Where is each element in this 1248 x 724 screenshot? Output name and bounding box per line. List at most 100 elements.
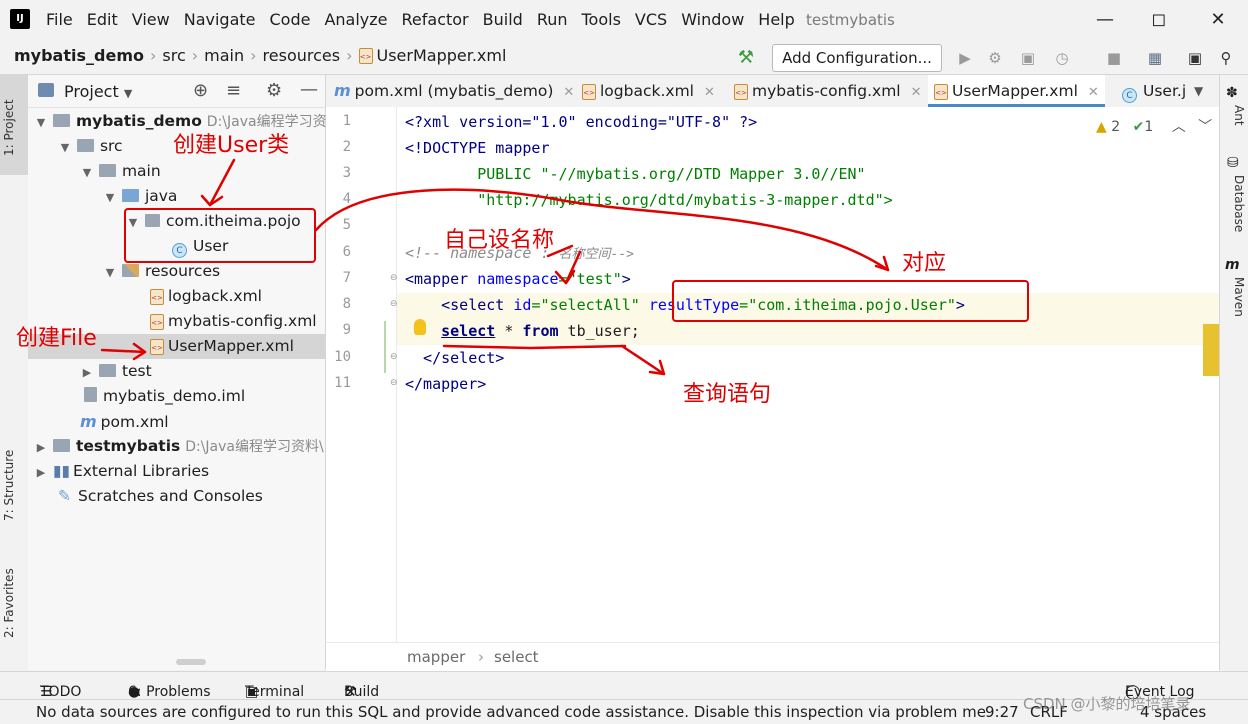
locate-icon[interactable]: ⊕ bbox=[193, 80, 208, 101]
breadcrumb-src[interactable]: src bbox=[162, 46, 185, 65]
tab-pom-xml[interactable]: m pom.xml (mybatis_demo) ✕ bbox=[334, 75, 574, 107]
scrollbar-marker[interactable] bbox=[1203, 324, 1219, 376]
tab-usermapper-xml[interactable]: <> UserMapper.xml ✕ bbox=[928, 75, 1105, 107]
menu-tools[interactable]: Tools bbox=[582, 10, 621, 29]
fold-icon[interactable]: ⊖ bbox=[390, 378, 398, 388]
breadcrumb-mapper[interactable]: mapper bbox=[407, 648, 465, 666]
chevron-down-icon[interactable]: ▼ bbox=[103, 260, 117, 285]
chevron-down-icon[interactable]: ▼ bbox=[58, 135, 72, 160]
menu-analyze[interactable]: Analyze bbox=[324, 10, 387, 29]
maximize-button[interactable]: ◻ bbox=[1144, 6, 1174, 34]
tree-item-logback[interactable]: <> logback.xml bbox=[150, 284, 262, 309]
tree-item-pojo-package[interactable]: ▼ com.itheima.pojo bbox=[126, 209, 301, 234]
project-structure-icon[interactable]: ▦ bbox=[1145, 48, 1165, 68]
tree-item-external-libraries[interactable]: ▶ ▮▮ External Libraries bbox=[34, 459, 209, 484]
chevron-right-icon[interactable]: ▶ bbox=[34, 460, 48, 485]
tab-favorites[interactable]: 2: Favorites bbox=[2, 563, 26, 643]
code-text: PUBLIC "-//mybatis.org//DTD Mapper 3.0//… bbox=[405, 165, 866, 183]
close-icon[interactable]: ✕ bbox=[563, 85, 574, 100]
chevron-down-icon[interactable]: ▼ bbox=[103, 185, 117, 210]
tree-item-label: com.itheima.pojo bbox=[165, 212, 301, 230]
tab-structure[interactable]: 7: Structure bbox=[2, 440, 26, 530]
tree-item-mybatis-config[interactable]: <> mybatis-config.xml bbox=[150, 309, 317, 334]
presentation-icon[interactable]: ▣ bbox=[1185, 48, 1205, 68]
run-icon[interactable]: ▶ bbox=[955, 48, 975, 68]
menu-vcs[interactable]: VCS bbox=[635, 10, 667, 29]
line-number: 9 bbox=[342, 322, 351, 338]
tab-label: UserMapper.xml bbox=[952, 82, 1078, 100]
menu-refactor[interactable]: Refactor bbox=[402, 10, 469, 29]
coverage-icon[interactable]: ▣ bbox=[1018, 48, 1038, 68]
menu-edit[interactable]: Edit bbox=[87, 10, 118, 29]
code-text: > bbox=[955, 296, 965, 314]
fold-icon[interactable]: ⊖ bbox=[390, 273, 398, 283]
chevron-down-icon[interactable]: ▼ bbox=[34, 110, 48, 135]
breadcrumb-file[interactable]: UserMapper.xml bbox=[377, 46, 507, 65]
tab-overflow-chevron-icon[interactable]: ▼ bbox=[1194, 75, 1203, 107]
collapse-all-icon[interactable]: ≡ bbox=[226, 80, 241, 101]
tree-item-mybatis-demo[interactable]: ▼ mybatis_demo D:\Java编程学习资 bbox=[34, 109, 327, 134]
window-title: testmybatis bbox=[806, 11, 895, 29]
breadcrumb-resources[interactable]: resources bbox=[263, 46, 341, 65]
tab-logback-xml[interactable]: <> logback.xml ✕ bbox=[582, 75, 715, 107]
tree-item-scratches[interactable]: ✎ Scratches and Consoles bbox=[58, 484, 263, 509]
close-button[interactable]: ✕ bbox=[1203, 6, 1233, 34]
close-icon[interactable]: ✕ bbox=[1088, 85, 1099, 100]
tree-item-pom[interactable]: m pom.xml bbox=[80, 409, 169, 434]
tree-item-src[interactable]: ▼ src bbox=[58, 134, 123, 159]
menu-help[interactable]: Help bbox=[758, 10, 794, 29]
navigation-bar: mybatis_demo › src › main › resources › <> Us… bbox=[0, 40, 1248, 75]
menu-code[interactable]: Code bbox=[270, 10, 311, 29]
chevron-down-icon[interactable]: ﹀ bbox=[1198, 119, 1212, 135]
breadcrumb-select[interactable]: select bbox=[494, 648, 539, 666]
add-configuration-button[interactable]: Add Configuration... bbox=[772, 44, 942, 72]
tree-item-main[interactable]: ▼ main bbox=[80, 159, 161, 184]
tab-ant[interactable]: Ant bbox=[1224, 105, 1246, 145]
close-icon[interactable]: ✕ bbox=[911, 85, 922, 100]
code-editor[interactable]: 1 2 3 4 5 6 7 8 9 10 11 ⊖ ⊖ ⊖ ⊖ <?xml ve… bbox=[326, 107, 1219, 642]
menu-run[interactable]: Run bbox=[537, 10, 568, 29]
tree-item-testmybatis[interactable]: ▶ testmybatis D:\Java编程学习资料\ bbox=[34, 434, 324, 459]
chevron-down-icon[interactable]: ▼ bbox=[80, 160, 94, 185]
tab-user-java[interactable]: C User.j bbox=[1122, 75, 1186, 107]
gear-icon[interactable]: ⚙ bbox=[266, 80, 282, 101]
menu-view[interactable]: View bbox=[132, 10, 170, 29]
breadcrumb-project[interactable]: mybatis_demo bbox=[14, 46, 144, 65]
search-icon[interactable]: ⚲ bbox=[1216, 48, 1236, 68]
tab-maven[interactable]: Maven bbox=[1224, 277, 1246, 332]
tree-item-label: mybatis_demo bbox=[75, 112, 202, 130]
minimize-button[interactable]: — bbox=[1090, 6, 1120, 34]
menu-window[interactable]: Window bbox=[681, 10, 744, 29]
chevron-up-icon[interactable]: ︿ bbox=[1172, 119, 1186, 135]
debug-icon[interactable]: ⚙ bbox=[985, 48, 1005, 68]
inspection-widget[interactable]: ▲ 2 ✔1 ︿ ﹀ bbox=[1096, 116, 1212, 136]
chevron-right-icon[interactable]: ▶ bbox=[34, 435, 48, 460]
menu-build[interactable]: Build bbox=[483, 10, 523, 29]
menu-navigate[interactable]: Navigate bbox=[184, 10, 256, 29]
chevron-down-icon[interactable]: ▼ bbox=[126, 210, 140, 235]
fold-icon[interactable]: ⊖ bbox=[390, 299, 398, 309]
close-icon[interactable]: ✕ bbox=[704, 85, 715, 100]
tab-project[interactable]: 1: Project bbox=[2, 83, 26, 173]
horizontal-scrollbar[interactable] bbox=[176, 659, 206, 665]
menu-file[interactable]: File bbox=[46, 10, 73, 29]
tree-item-usermapper[interactable]: <> UserMapper.xml bbox=[28, 334, 325, 359]
fold-icon[interactable]: ⊖ bbox=[390, 352, 398, 362]
status-message[interactable]: No data sources are configured to run th… bbox=[36, 703, 986, 721]
hide-panel-icon[interactable]: — bbox=[300, 79, 318, 100]
tree-item-user-class[interactable]: C User bbox=[172, 234, 228, 259]
tab-mybatis-config-xml[interactable]: <> mybatis-config.xml ✕ bbox=[734, 75, 922, 107]
tab-label: User.j bbox=[1143, 82, 1187, 100]
tree-item-java[interactable]: ▼ java bbox=[103, 184, 178, 210]
profile-icon[interactable]: ◷ bbox=[1052, 48, 1072, 68]
project-view-select[interactable]: Project ▼ bbox=[64, 82, 132, 101]
tree-item-test[interactable]: ▶ test bbox=[80, 359, 152, 384]
stop-icon[interactable]: ■ bbox=[1104, 48, 1124, 68]
chevron-right-icon[interactable]: ▶ bbox=[80, 360, 94, 385]
breadcrumb-main[interactable]: main bbox=[204, 46, 244, 65]
hammer-icon[interactable]: ⚒ bbox=[736, 48, 756, 68]
tree-item-resources[interactable]: ▼ resources bbox=[103, 259, 220, 284]
caret-position[interactable]: 9:27 bbox=[985, 703, 1019, 721]
tree-item-iml[interactable]: mybatis_demo.iml bbox=[84, 384, 245, 409]
tab-database[interactable]: Database bbox=[1224, 175, 1246, 245]
